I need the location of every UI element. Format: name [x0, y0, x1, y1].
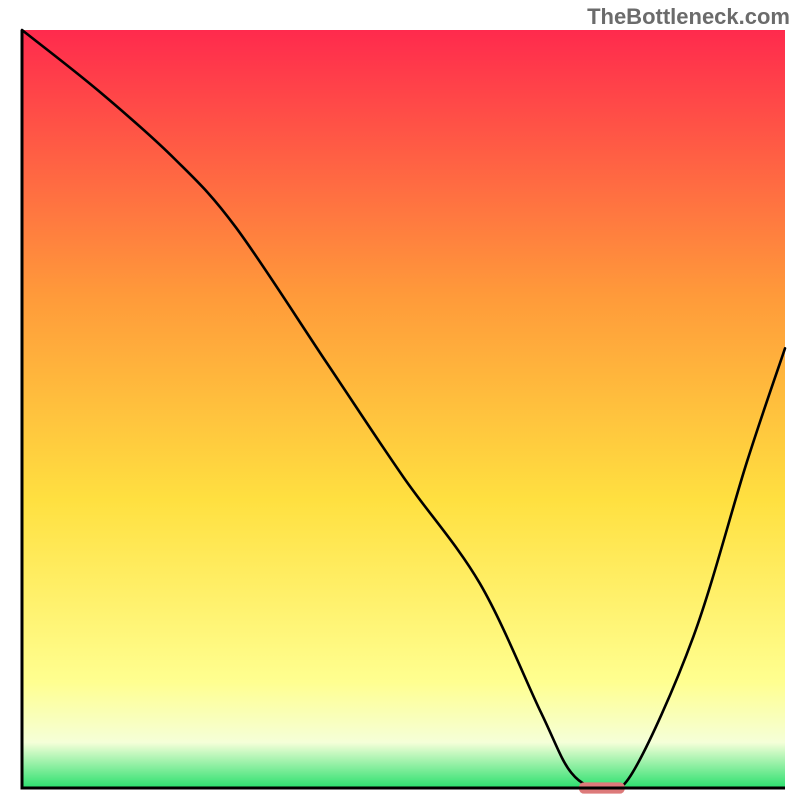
chart-container: TheBottleneck.com: [0, 0, 800, 800]
plot-background: [22, 30, 785, 788]
watermark-text: TheBottleneck.com: [587, 4, 790, 30]
bottleneck-chart: [0, 0, 800, 800]
